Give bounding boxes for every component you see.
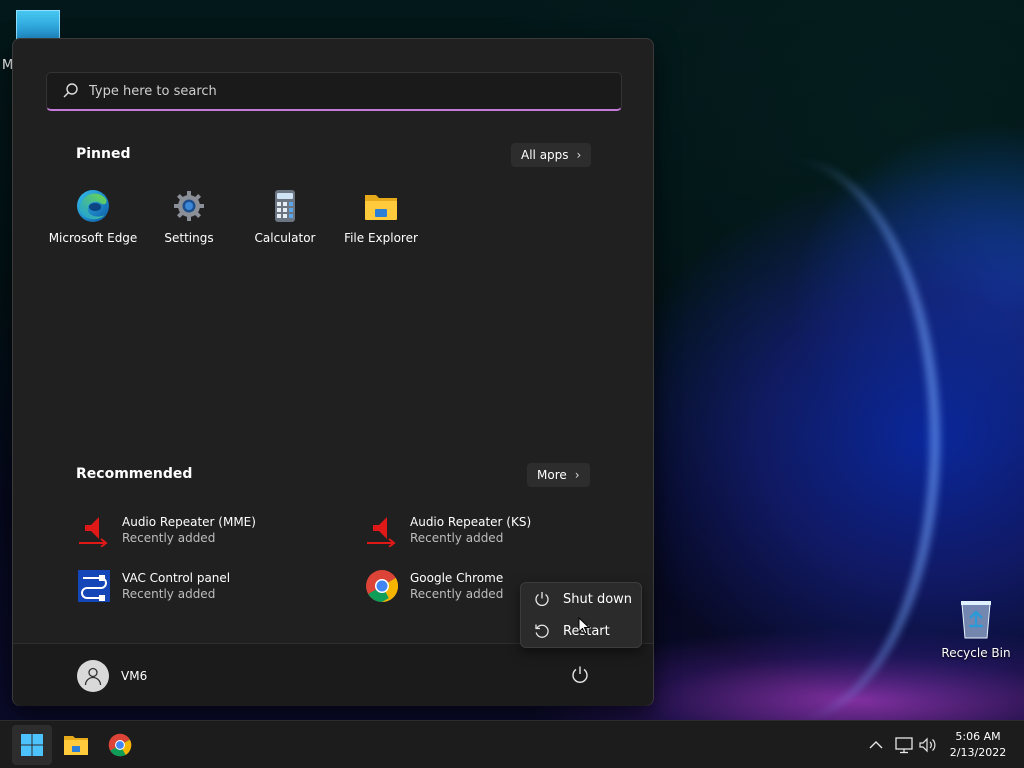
chevron-right-icon: ›: [576, 148, 582, 162]
more-button[interactable]: More ›: [527, 463, 590, 487]
user-icon: [84, 667, 102, 686]
vac-cable-icon: [77, 569, 111, 603]
taskbar: 5:06 AM 2/13/2022: [0, 720, 1024, 768]
power-icon: [535, 592, 549, 606]
wallpaper-bloom: [640, 160, 940, 720]
power-button[interactable]: [569, 664, 591, 686]
recycle-bin-icon: [958, 598, 994, 640]
recommended-item-name: VAC Control panel: [122, 571, 231, 585]
taskbar-chrome[interactable]: [100, 725, 140, 765]
start-button[interactable]: [12, 725, 52, 765]
chevron-up-icon[interactable]: [866, 735, 886, 755]
folder-icon: [64, 736, 88, 755]
recycle-bin-shortcut[interactable]: Recycle Bin: [940, 598, 1012, 660]
chevron-right-icon: ›: [574, 468, 580, 482]
pinned-app-label: Calculator: [254, 231, 316, 245]
recommended-item-name: Google Chrome: [410, 571, 504, 585]
all-apps-button[interactable]: All apps ›: [511, 143, 592, 167]
user-name: VM6: [121, 669, 148, 683]
recommended-item-name: Audio Repeater (MME): [122, 515, 256, 529]
speaker-repeat-icon: [77, 513, 111, 548]
recycle-bin-label: Recycle Bin: [941, 646, 1011, 660]
search-input[interactable]: [89, 83, 569, 99]
taskbar-file-explorer[interactable]: [56, 725, 96, 765]
recommended-item-subtitle: Recently added: [410, 531, 504, 545]
recommended-item[interactable]: Audio Repeater (MME) Recently added: [77, 511, 365, 549]
clock-time: 5:06 AM: [955, 730, 1001, 743]
folder-icon: [364, 189, 398, 223]
gear-icon: [172, 189, 206, 223]
pinned-heading: Pinned: [76, 146, 131, 162]
chrome-icon: [365, 569, 399, 603]
all-apps-label: All apps: [521, 148, 569, 162]
calculator-icon: [268, 189, 302, 223]
user-account-button[interactable]: VM6: [77, 660, 147, 692]
power-icon: [572, 666, 588, 683]
start-menu-footer: VM6: [13, 643, 653, 706]
restart-icon: [535, 624, 549, 638]
chrome-icon: [108, 733, 132, 757]
speaker-repeat-icon: [365, 513, 399, 548]
pinned-app-label: Microsoft Edge: [48, 231, 138, 245]
pinned-app-label: Settings: [164, 231, 214, 245]
pinned-apps-grid: Microsoft Edge Settings Calculator File …: [45, 189, 429, 259]
recommended-item-subtitle: Recently added: [410, 587, 504, 601]
edge-icon: [76, 189, 110, 223]
volume-icon[interactable]: [918, 735, 938, 755]
pinned-app-calculator[interactable]: Calculator: [237, 189, 333, 259]
avatar: [77, 660, 109, 692]
recommended-item-name: Audio Repeater (KS): [410, 515, 532, 529]
pinned-app-settings[interactable]: Settings: [141, 189, 237, 259]
shut-down-label: Shut down: [563, 591, 633, 607]
power-options-menu: Shut down Restart: [520, 582, 642, 648]
taskbar-clock[interactable]: 5:06 AM 2/13/2022: [944, 729, 1012, 761]
recommended-item[interactable]: VAC Control panel Recently added: [77, 567, 365, 605]
recommended-heading: Recommended: [76, 466, 193, 482]
mouse-cursor-icon: [578, 617, 590, 635]
shut-down-menu-item[interactable]: Shut down: [521, 583, 641, 615]
recommended-item-subtitle: Recently added: [122, 587, 216, 601]
more-label: More: [537, 468, 567, 482]
recommended-item[interactable]: Audio Repeater (KS) Recently added: [365, 511, 617, 549]
pinned-app-edge[interactable]: Microsoft Edge: [45, 189, 141, 259]
search-icon: [63, 83, 78, 98]
pinned-app-file-explorer[interactable]: File Explorer: [333, 189, 429, 259]
network-icon[interactable]: [894, 735, 914, 755]
recommended-item-subtitle: Recently added: [122, 531, 216, 545]
search-box[interactable]: [46, 72, 622, 111]
clock-date: 2/13/2022: [949, 746, 1007, 759]
windows-logo-icon: [21, 734, 43, 756]
pinned-app-label: File Explorer: [344, 231, 418, 245]
